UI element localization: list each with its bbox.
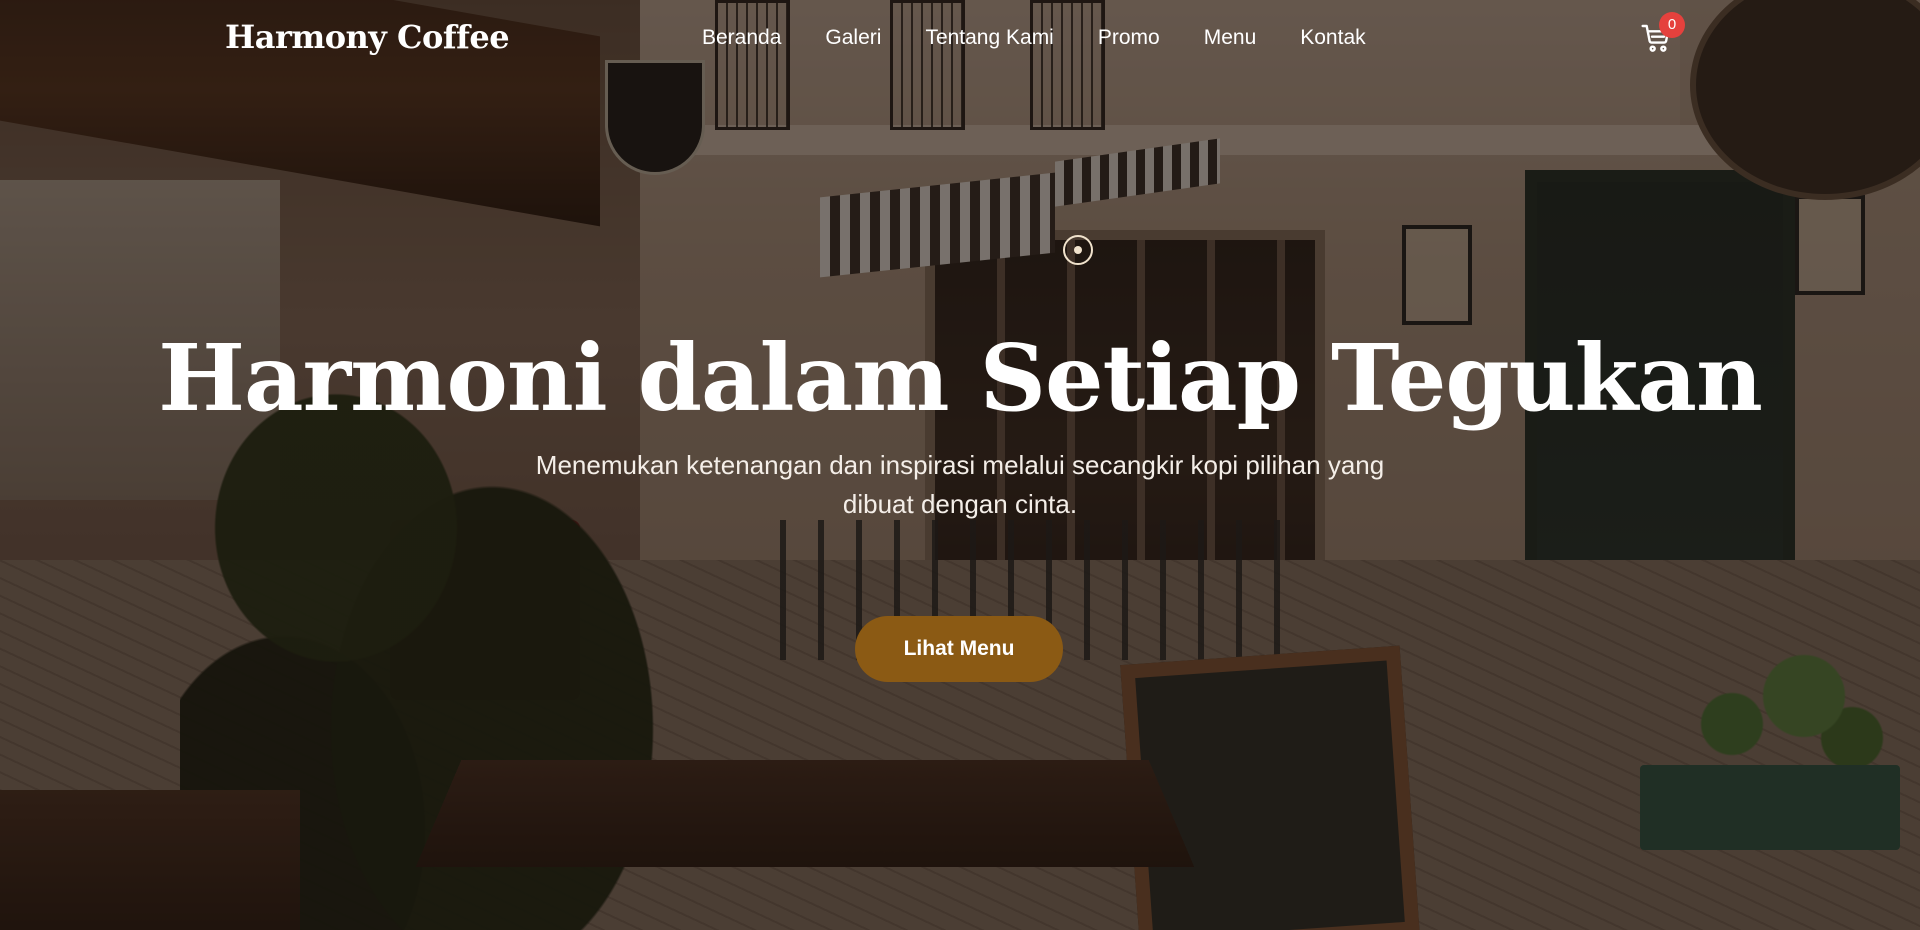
cart-button[interactable]: 0 bbox=[1640, 12, 1685, 56]
nav-link-kontak[interactable]: Kontak bbox=[1300, 24, 1365, 52]
nav-links: Beranda Galeri Tentang Kami Promo Menu K… bbox=[702, 24, 1410, 52]
brand-logo[interactable]: Harmony Coffee bbox=[225, 18, 510, 56]
navbar: Harmony Coffee Beranda Galeri Tentang Ka… bbox=[0, 0, 1920, 78]
nav-link-beranda[interactable]: Beranda bbox=[702, 24, 781, 52]
nav-link-menu[interactable]: Menu bbox=[1204, 24, 1257, 52]
view-menu-button[interactable]: Lihat Menu bbox=[855, 616, 1063, 682]
cart-count-badge: 0 bbox=[1659, 12, 1685, 38]
nav-link-galeri[interactable]: Galeri bbox=[825, 24, 881, 52]
hero-title: Harmoni dalam Setiap Tegukan bbox=[158, 324, 1763, 432]
carousel-dot-icon[interactable] bbox=[1063, 235, 1093, 265]
nav-link-promo[interactable]: Promo bbox=[1098, 24, 1160, 52]
hero-subtitle: Menemukan ketenangan dan inspirasi melal… bbox=[535, 450, 1385, 519]
nav-link-tentang-kami[interactable]: Tentang Kami bbox=[925, 24, 1053, 52]
